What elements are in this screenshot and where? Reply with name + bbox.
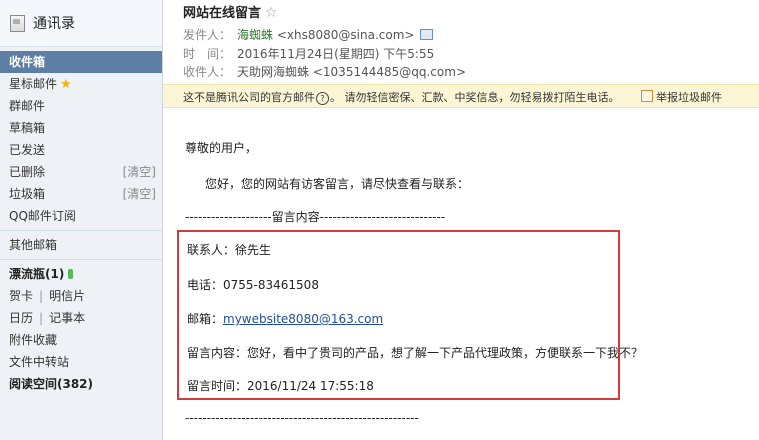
drift-bottle-label: 漂流瓶(1) xyxy=(9,267,65,281)
message-time-line: 留言时间：2016/11/24 17:55:18 xyxy=(187,379,374,393)
other-mailbox-label: 其他邮箱 xyxy=(9,238,58,252)
sidebar-divider xyxy=(0,259,162,260)
sidebar-item-drift-bottle[interactable]: 漂流瓶(1) xyxy=(0,263,162,285)
warning-text: 这不是腾讯公司的官方邮件?。 请勿轻信密保、汇款、中奖信息，勿轻易拨打陌生电话。 xyxy=(183,89,620,105)
deleted-label: 已删除 xyxy=(9,165,46,179)
phone-line: 电话：0755-83461508 xyxy=(187,278,319,292)
message-line: 留言内容：您好，看中了贵司的产品，想了解一下产品代理政策，方便联系一下我不？ xyxy=(187,346,644,360)
recipient-name[interactable]: 天助网海蜘蛛 xyxy=(237,65,309,79)
divider-bottom: ----------------------------------------… xyxy=(185,411,419,425)
intro-text: 您好，您的网站有访客留言，请尽快查看与联系： xyxy=(205,177,470,191)
group-label: 群邮件 xyxy=(9,99,46,113)
from-label: 发件人： xyxy=(183,28,232,42)
sidebar: 通讯录 收件箱 星标邮件 ★ 群邮件 草稿箱 已发送 已删除 [清空] 垃圾箱 [清空… xyxy=(0,0,163,440)
attachments-label: 附件收藏 xyxy=(9,333,58,347)
contact-card-icon[interactable] xyxy=(420,29,434,40)
calendar-link[interactable]: 日历 xyxy=(9,311,33,325)
postcard-link[interactable]: 明信片 xyxy=(49,289,85,303)
sidebar-item-qq-subscribe[interactable]: QQ邮件订阅 xyxy=(0,205,162,227)
sidebar-item-file-transfer[interactable]: 文件中转站 xyxy=(0,351,162,373)
greeting: 尊敬的用户， xyxy=(185,141,258,155)
to-label: 收件人： xyxy=(183,65,232,79)
email-label: 邮箱： xyxy=(187,312,224,326)
spam-label: 垃圾箱 xyxy=(9,187,46,201)
message-highlight-box: 联系人：徐先生 电话：0755-83461508 邮箱：mywebsite808… xyxy=(177,230,643,400)
sidebar-divider xyxy=(0,230,162,231)
sender-address: <xhs8080@sina.com> xyxy=(276,28,415,42)
email-link[interactable]: mywebsite8080@163.com xyxy=(223,312,383,326)
report-label: 举报垃圾邮件 xyxy=(656,91,722,104)
question-icon[interactable]: ? xyxy=(316,92,329,105)
reading-space-label: 阅读空间(382) xyxy=(9,377,94,391)
address-book-icon xyxy=(10,14,25,32)
clear-spam-button[interactable]: [清空] xyxy=(123,183,156,205)
email-line: 邮箱：mywebsite8080@163.com xyxy=(187,310,383,327)
report-icon xyxy=(641,90,653,102)
sidebar-item-starred[interactable]: 星标邮件 ★ xyxy=(0,73,162,95)
clear-deleted-button[interactable]: [清空] xyxy=(123,161,156,183)
notepad-link[interactable]: 记事本 xyxy=(49,311,85,325)
report-spam-link[interactable]: 举报垃圾邮件 xyxy=(641,89,722,105)
sidebar-item-calendar: 日历 | 记事本 xyxy=(0,307,162,329)
sidebar-item-inbox[interactable]: 收件箱 xyxy=(0,51,162,73)
contact-line: 联系人：徐先生 xyxy=(187,243,272,257)
pipe-separator: | xyxy=(39,289,44,303)
from-row: 发件人： 海蜘蛛 <xhs8080@sina.com> xyxy=(183,26,434,43)
recipient-address: <1035144485@qq.com> xyxy=(312,65,466,79)
sidebar-item-drafts[interactable]: 草稿箱 xyxy=(0,117,162,139)
sidebar-item-sent[interactable]: 已发送 xyxy=(0,139,162,161)
greeting-card-link[interactable]: 贺卡 xyxy=(9,289,33,303)
email-view: 网站在线留言 ☆ 发件人： 海蜘蛛 <xhs8080@sina.com> 时 间： 2… xyxy=(163,0,759,440)
sidebar-item-deleted[interactable]: 已删除 [清空] xyxy=(0,161,162,183)
time-label: 时 间： xyxy=(183,47,232,61)
bottle-icon xyxy=(68,269,74,279)
star-icon: ★ xyxy=(60,77,72,92)
drafts-label: 草稿箱 xyxy=(9,121,46,135)
warning-post: 。 请勿轻信密保、汇款、中奖信息，勿轻易拨打陌生电话。 xyxy=(330,91,620,104)
sidebar-item-other-mailbox[interactable]: 其他邮箱 xyxy=(0,234,162,256)
pipe-separator: | xyxy=(39,311,44,325)
sidebar-item-group[interactable]: 群邮件 xyxy=(0,95,162,117)
inbox-label: 收件箱 xyxy=(9,55,46,69)
to-row: 收件人： 天助网海蜘蛛 <1035144485@qq.com> xyxy=(183,63,466,80)
sent-label: 已发送 xyxy=(9,143,46,157)
file-transfer-label: 文件中转站 xyxy=(9,355,70,369)
contacts-link[interactable]: 通讯录 xyxy=(0,0,162,47)
star-outline-icon[interactable]: ☆ xyxy=(265,5,278,21)
sender-name[interactable]: 海蜘蛛 xyxy=(237,28,273,42)
contacts-label: 通讯录 xyxy=(33,16,75,32)
sidebar-item-spam[interactable]: 垃圾箱 [清空] xyxy=(0,183,162,205)
warning-banner: 这不是腾讯公司的官方邮件?。 请勿轻信密保、汇款、中奖信息，勿轻易拨打陌生电话。… xyxy=(163,84,759,108)
time-value: 2016年11月24日(星期四) 下午5:55 xyxy=(237,47,435,61)
starred-label: 星标邮件 xyxy=(9,77,58,91)
divider-top: --------------------留言内容----------------… xyxy=(185,210,446,224)
sidebar-item-attachments[interactable]: 附件收藏 xyxy=(0,329,162,351)
sidebar-item-cards: 贺卡 | 明信片 xyxy=(0,285,162,307)
subject-text: 网站在线留言 xyxy=(183,6,262,21)
qq-subscribe-label: QQ邮件订阅 xyxy=(9,209,76,223)
sidebar-item-reading-space[interactable]: 阅读空间(382) xyxy=(0,373,162,395)
warning-pre: 这不是腾讯公司的官方邮件 xyxy=(183,91,315,104)
time-row: 时 间： 2016年11月24日(星期四) 下午5:55 xyxy=(183,45,434,62)
email-subject: 网站在线留言 ☆ xyxy=(183,2,278,21)
